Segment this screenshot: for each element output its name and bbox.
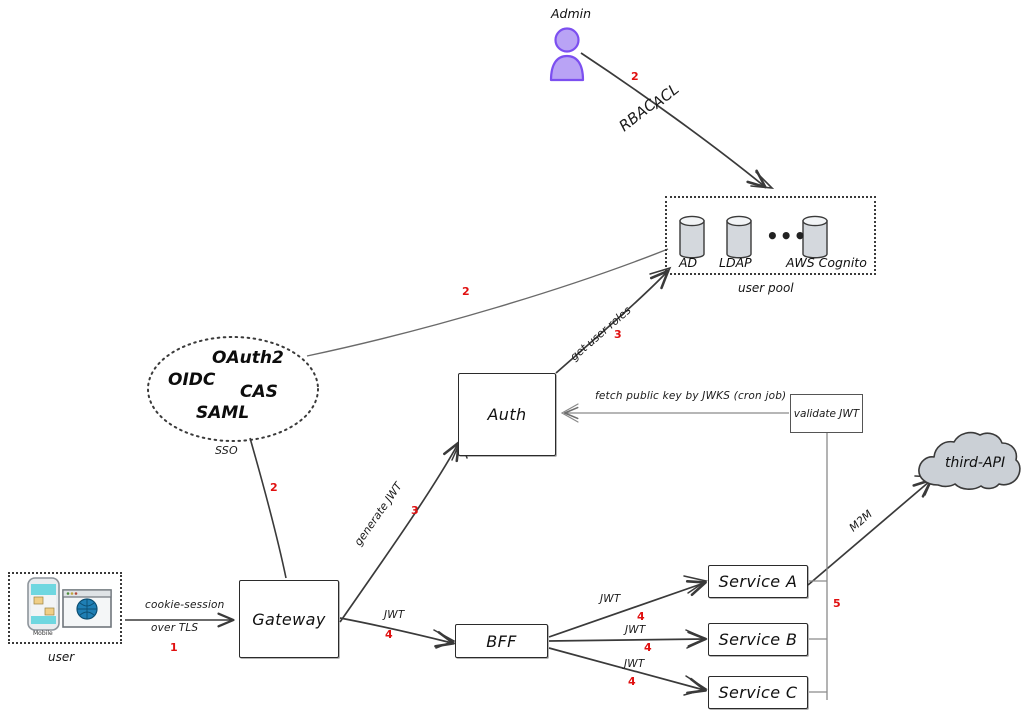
node-service-b-label: Service B	[718, 630, 798, 649]
node-service-b[interactable]: Service B	[708, 623, 808, 656]
edge-validate-jwt-bus	[809, 433, 828, 700]
edge-gateway-to-bff	[339, 617, 456, 649]
node-bff-label: BFF	[486, 631, 517, 651]
step-number-bff-to-service-b: 4	[644, 641, 652, 654]
user-pool-caption: user pool	[738, 281, 794, 295]
step-number-validate-bus: 5	[833, 597, 841, 610]
step-number-bff-to-service-c: 4	[628, 675, 636, 688]
cylinder-ldap-label: LDAP	[719, 255, 752, 270]
user-group	[8, 572, 122, 644]
edge-label-gateway-bff-jwt: JWT	[384, 609, 405, 621]
sso-caption: SSO	[215, 444, 238, 457]
cylinder-aws-cognito-label: AWS Cognito	[786, 255, 867, 270]
node-validate-jwt-label: validate JWT	[793, 407, 860, 420]
edge-label-bff-service-a-jwt: JWT	[600, 593, 621, 605]
node-bff[interactable]: BFF	[455, 624, 548, 658]
step-number-admin-to-pool: 2	[631, 70, 639, 83]
edge-gateway-to-sso	[249, 437, 287, 579]
mobile-label: Mobile	[33, 630, 53, 637]
edge-label-cookie-session: cookie-session	[145, 599, 225, 611]
step-number-gateway-to-sso: 2	[270, 481, 278, 494]
edge-label-bff-service-c-jwt: JWT	[624, 658, 645, 670]
architecture-diagram: Gateway Auth BFF Service A Service B Ser…	[0, 0, 1024, 713]
step-number-gateway-to-bff: 4	[385, 628, 393, 641]
cylinder-ad-label: AD	[679, 255, 698, 270]
step-number-bff-to-service-a: 4	[637, 610, 645, 623]
node-service-c-label: Service C	[718, 683, 798, 702]
edge-label-over-tls: over TLS	[151, 622, 199, 634]
user-pool-ellipsis: •••	[766, 224, 808, 248]
sso-protocol-oauth2: OAuth2	[212, 348, 284, 368]
node-auth[interactable]: Auth	[458, 373, 556, 456]
node-service-a-label: Service A	[718, 572, 798, 591]
step-number-sso-to-pool: 2	[462, 285, 470, 298]
node-service-c[interactable]: Service C	[708, 676, 808, 709]
edge-label-bff-service-b-jwt: JWT	[625, 624, 646, 636]
sso-protocol-oidc: OIDC	[168, 370, 216, 390]
step-number-gateway-to-auth: 3	[411, 504, 419, 517]
step-number-user-to-gateway: 1	[170, 641, 178, 654]
sso-protocol-cas: CAS	[240, 382, 278, 402]
node-gateway-label: Gateway	[252, 609, 326, 629]
node-gateway[interactable]: Gateway	[239, 580, 339, 658]
user-label: user	[48, 650, 75, 664]
node-third-api-label: third-API	[945, 455, 1006, 471]
edge-validate-jwt-to-auth	[560, 403, 789, 423]
node-service-a[interactable]: Service A	[708, 565, 808, 598]
node-auth-label: Auth	[487, 405, 527, 424]
edge-admin-to-user-pool	[580, 52, 775, 190]
node-validate-jwt[interactable]: validate JWT	[790, 394, 863, 433]
step-number-auth-to-pool: 3	[614, 328, 622, 341]
edge-label-fetch-public-key: fetch public key by JWKS (cron job)	[595, 390, 787, 402]
admin-person-icon	[549, 27, 585, 82]
admin-label: Admin	[551, 6, 592, 21]
sso-protocol-saml: SAML	[196, 403, 250, 423]
